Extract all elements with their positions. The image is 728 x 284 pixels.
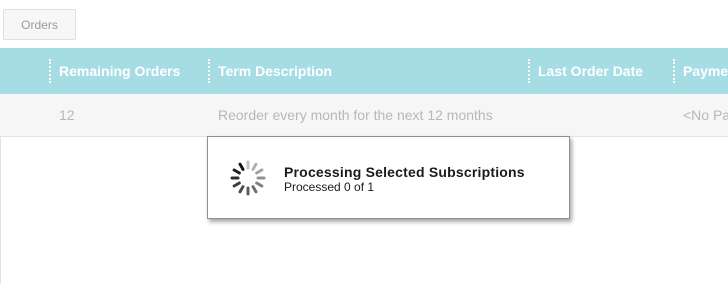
column-header-payment[interactable]: Payme	[683, 48, 728, 94]
orders-button[interactable]: Orders	[3, 9, 76, 40]
toolbar: Orders	[0, 0, 728, 48]
cell-last-order-date	[538, 94, 670, 137]
cell-term-description: Reorder every month for the next 12 mont…	[218, 107, 493, 123]
subscriptions-page: Orders Remaining Orders Term Description…	[0, 0, 728, 284]
column-header-term-description[interactable]: Term Description	[218, 48, 524, 94]
grid-header: Remaining Orders Term Description Last O…	[0, 48, 728, 94]
dialog-title: Processing Selected Subscriptions	[284, 164, 525, 180]
column-header-last-order-date[interactable]: Last Order Date	[538, 48, 670, 94]
dialog-status: Processed 0 of 1	[284, 180, 375, 194]
processing-dialog: Processing Selected Subscriptions Proces…	[207, 136, 570, 219]
column-separator[interactable]	[673, 59, 675, 83]
column-header-remaining-orders[interactable]: Remaining Orders	[59, 48, 205, 94]
cell-payment: <No Pa	[683, 107, 728, 123]
cell-remaining-orders: 12	[59, 107, 75, 123]
column-separator[interactable]	[528, 59, 530, 83]
column-separator[interactable]	[49, 59, 51, 83]
column-separator[interactable]	[208, 59, 210, 83]
loading-spinner-icon	[230, 160, 266, 196]
table-row[interactable]: 12 Reorder every month for the next 12 m…	[0, 94, 728, 137]
